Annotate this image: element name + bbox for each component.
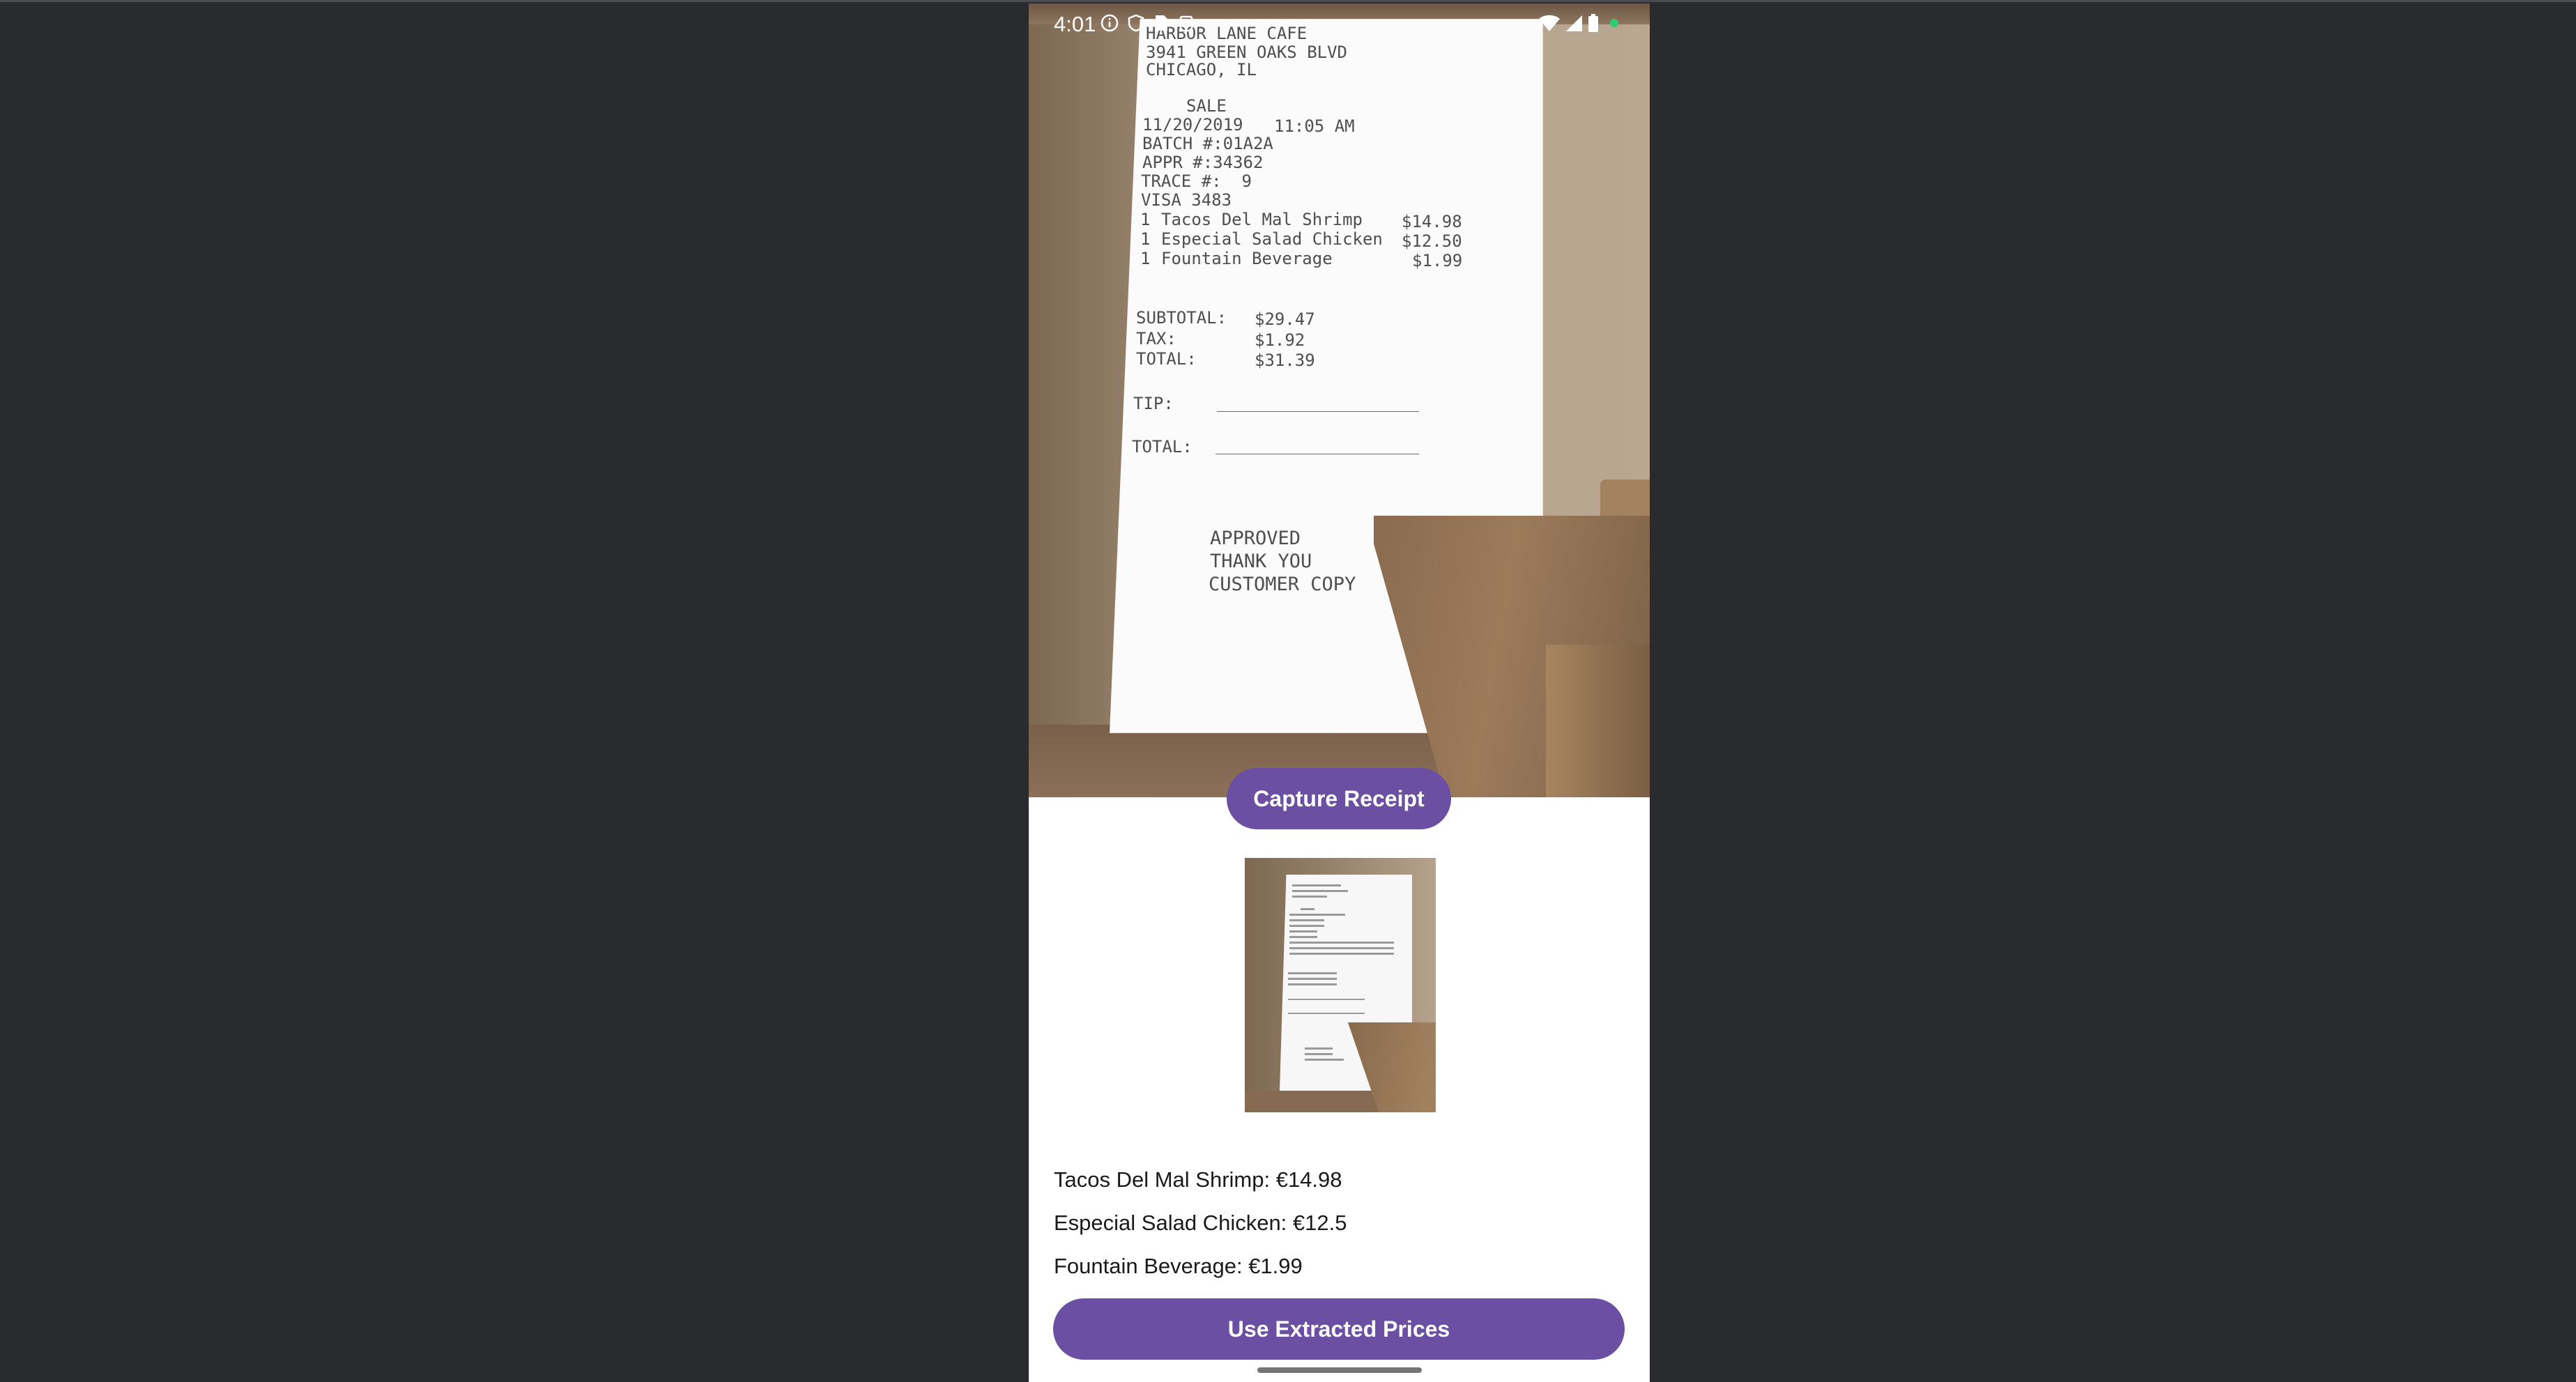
thumb-text-line <box>1289 914 1345 916</box>
receipt-header-2: 3941 GREEN OAKS BLVD <box>1146 43 1347 62</box>
thumb-text-line <box>1289 942 1394 944</box>
receipt-batch: BATCH #:01A2A <box>1142 134 1273 153</box>
receipt-subtotal-label: SUBTOTAL: <box>1136 308 1227 328</box>
home-indicator[interactable] <box>1257 1367 1422 1373</box>
window-top-edge <box>0 0 2576 2</box>
thumb-text-line <box>1288 1013 1365 1014</box>
thumb-text-line <box>1289 919 1324 921</box>
receipt-qty-1: 1 <box>1140 210 1151 229</box>
receipt-footer-2: THANK YOU <box>1210 551 1312 572</box>
signal-icon <box>1566 15 1582 31</box>
receipt-item-1: Tacos Del Mal Shrimp <box>1161 210 1363 229</box>
receipt-tip-label: TIP: <box>1133 394 1174 413</box>
receipt-tax: $1.92 <box>1255 330 1305 350</box>
sim-icon <box>1156 15 1167 31</box>
receipt-tip-line <box>1217 411 1419 412</box>
extracted-item-1: Tacos Del Mal Shrimp: €14.98 <box>1054 1167 1342 1192</box>
use-extracted-prices-button[interactable]: Use Extracted Prices <box>1053 1298 1625 1360</box>
thumb-text-line <box>1288 983 1337 985</box>
receipt-qty-2: 1 <box>1140 229 1151 249</box>
receipt-price-1: $14.98 <box>1402 212 1462 231</box>
thumb-text-line <box>1292 896 1327 898</box>
receipt-total-label: TOTAL: <box>1136 349 1197 369</box>
table-leg <box>1546 645 1650 797</box>
receipt-sale-label: SALE <box>1186 96 1227 116</box>
receipt-card: VISA 3483 <box>1141 190 1232 210</box>
thumb-text-line <box>1292 890 1348 892</box>
receipt-date: 11/20/2019 <box>1142 115 1243 135</box>
receipt-item-2: Especial Salad Chicken <box>1161 229 1383 249</box>
status-bar: 4:01 <box>1029 3 1650 45</box>
thumb-text-line <box>1301 908 1314 910</box>
capture-receipt-button[interactable]: Capture Receipt <box>1227 768 1451 829</box>
phone-screen: HARBOR LANE CAFE 3941 GREEN OAKS BLVD CH… <box>1029 3 1650 1382</box>
thumb-text-line <box>1289 953 1394 955</box>
camera-active-dot <box>1610 19 1618 27</box>
clipboard-icon <box>1179 15 1193 32</box>
receipt-thumbnail[interactable] <box>1245 858 1436 1112</box>
extracted-item-2: Especial Salad Chicken: €12.5 <box>1054 1211 1347 1235</box>
receipt-qty-3: 1 <box>1140 249 1151 268</box>
info-icon <box>1101 14 1119 32</box>
thumb-text-line <box>1288 999 1365 1000</box>
extracted-item-3: Fountain Beverage: €1.99 <box>1054 1254 1303 1278</box>
thumb-text-line <box>1305 1059 1344 1061</box>
receipt-price-2: $12.50 <box>1402 231 1462 251</box>
receipt-appr: APPR #:34362 <box>1142 153 1264 172</box>
receipt-price-3: $1.99 <box>1412 251 1463 270</box>
receipt-footer-3: CUSTOMER COPY <box>1209 574 1356 595</box>
battery-icon <box>1588 14 1598 32</box>
receipt-item-3: Fountain Beverage <box>1161 249 1333 268</box>
thumb-text-line <box>1288 978 1337 980</box>
receipt-header-3: CHICAGO, IL <box>1146 60 1257 79</box>
thumb-text-line <box>1292 884 1341 886</box>
receipt-total2-label: TOTAL: <box>1132 437 1193 456</box>
thumb-text-line <box>1305 1053 1333 1055</box>
thumb-text-line <box>1289 925 1324 927</box>
wifi-icon <box>1539 15 1560 31</box>
thumb-text-line <box>1305 1047 1333 1050</box>
status-time: 4:01 <box>1054 12 1096 36</box>
camera-preview[interactable]: HARBOR LANE CAFE 3941 GREEN OAKS BLVD CH… <box>1029 3 1650 797</box>
thumb-text-line <box>1289 947 1394 949</box>
receipt-time: 11:05 AM <box>1274 116 1355 136</box>
receipt-tax-label: TAX: <box>1136 329 1176 348</box>
thumb-text-line <box>1289 936 1317 938</box>
receipt-footer-1: APPROVED <box>1210 528 1301 549</box>
shield-icon <box>1128 14 1144 32</box>
thumb-text-line <box>1288 972 1337 974</box>
receipt-trace: TRACE #: 9 <box>1141 171 1252 191</box>
receipt-subtotal: $29.47 <box>1255 309 1315 329</box>
receipt-total: $31.39 <box>1255 351 1315 370</box>
chair <box>1600 479 1650 521</box>
thumb-text-line <box>1289 930 1317 932</box>
